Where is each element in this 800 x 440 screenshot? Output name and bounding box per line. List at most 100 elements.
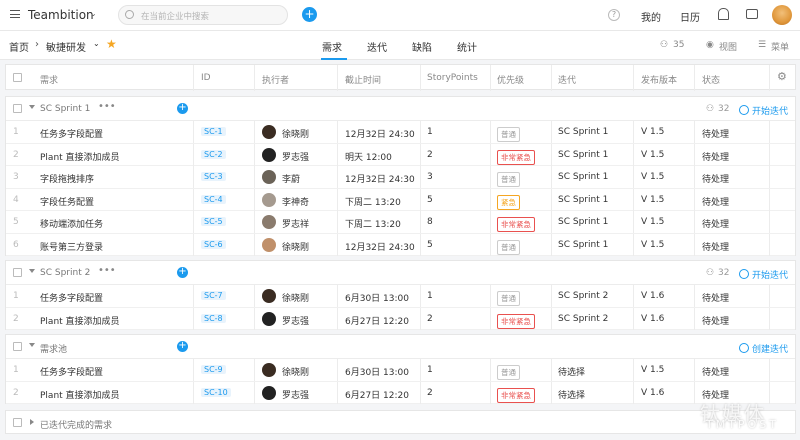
row-id[interactable]: SC-8	[201, 313, 226, 323]
avatar[interactable]	[262, 385, 276, 400]
avatar[interactable]	[262, 237, 276, 252]
avatar[interactable]	[262, 289, 276, 303]
avatar[interactable]	[262, 215, 276, 229]
members-icon[interactable]: ⚇	[660, 40, 668, 50]
col-priority[interactable]: 优先级	[497, 73, 524, 86]
row-id[interactable]: SC-10	[201, 387, 231, 397]
table-row[interactable]: 1 任务多字段配置 SC-7 徐晓刚 6月30日 13:00 1 普通 SC Sprint 2…	[6, 285, 795, 308]
nav-mine[interactable]: 我的	[641, 9, 661, 24]
add-requirement-button[interactable]: +	[177, 103, 188, 114]
table-row[interactable]: 3 字段拖拽排序 SC-3 李蔚 12月32日 24:30 3 普通 SC Sprint 1 V…	[6, 166, 795, 189]
star-icon[interactable]: ★	[106, 37, 117, 51]
chat-icon[interactable]	[746, 9, 758, 19]
table-row[interactable]: 4 字段任务配置 SC-4 李神奇 下周二 13:20 5 紧急 SC Sprint 1 V 1…	[6, 188, 795, 211]
group-action-button[interactable]: 开始迭代	[739, 104, 788, 117]
avatar[interactable]	[262, 125, 276, 139]
table-row[interactable]: 2 Plant 直接添加成员 SC-10 罗志强 6月27日 12:20 2 非常紧急 待选择…	[6, 381, 795, 404]
row-id[interactable]: SC-9	[201, 365, 226, 374]
col-version[interactable]: 发布版本	[641, 73, 677, 86]
row-title[interactable]: 任务多字段配置	[40, 365, 103, 378]
row-title[interactable]: 字段任务配置	[40, 195, 94, 208]
list-icon[interactable]: ☰	[758, 40, 766, 50]
row-title[interactable]: 任务多字段配置	[40, 127, 103, 140]
chevron-right-icon[interactable]	[30, 419, 34, 425]
group-checkbox[interactable]	[13, 104, 22, 113]
bell-icon[interactable]	[718, 8, 729, 20]
group-action-button[interactable]: 创建迭代	[739, 342, 788, 355]
gear-icon[interactable]: ⚙	[777, 70, 787, 83]
row-title[interactable]: 字段拖拽排序	[40, 172, 94, 185]
breadcrumb-project[interactable]: 敏捷研发	[46, 39, 86, 54]
tab-requirements[interactable]: 需求	[322, 39, 342, 54]
more-icon[interactable]: •••	[98, 265, 116, 276]
group-title[interactable]: SC Sprint 1	[40, 104, 90, 114]
menu-icon[interactable]	[10, 10, 20, 18]
row-title[interactable]: 账号第三方登录	[40, 240, 103, 253]
play-icon	[739, 269, 749, 279]
view-button[interactable]: 视图	[719, 40, 737, 53]
chevron-down-icon[interactable]	[29, 343, 35, 347]
col-status[interactable]: 状态	[702, 73, 720, 86]
row-id[interactable]: SC-7	[201, 291, 226, 300]
table-row[interactable]: 6 账号第三方登录 SC-6 徐晓刚 12月32日 24:30 5 普通 SC Sprint …	[6, 233, 795, 256]
table-row[interactable]: 2 Plant 直接添加成员 SC-2 罗志强 明天 12:00 2 非常紧急 SC Spri…	[6, 143, 795, 166]
row-id[interactable]: SC-1	[201, 127, 226, 136]
col-points[interactable]: StoryPoints	[427, 73, 478, 83]
group-title[interactable]: 需求池	[40, 342, 67, 355]
eye-icon[interactable]: ◉	[706, 40, 714, 50]
avatar[interactable]	[262, 170, 276, 184]
tab-statistics[interactable]: 统计	[457, 39, 477, 54]
member-count[interactable]: 35	[673, 40, 684, 50]
avatar[interactable]	[262, 311, 276, 326]
group-title[interactable]: 已迭代完成的需求	[40, 418, 112, 431]
tab-defects[interactable]: 缺陷	[412, 39, 432, 54]
col-due[interactable]: 截止时间	[345, 73, 381, 86]
group-checkbox[interactable]	[13, 418, 22, 427]
row-id[interactable]: SC-3	[201, 172, 226, 181]
row-id[interactable]: SC-4	[201, 194, 226, 204]
search-input[interactable]: 在当前企业中搜索	[118, 5, 288, 25]
row-id[interactable]: SC-6	[201, 239, 226, 249]
group-action-button[interactable]: 开始迭代	[739, 268, 788, 281]
chevron-down-icon[interactable]	[29, 105, 35, 109]
avatar[interactable]	[262, 192, 276, 207]
row-assignee: 徐晓刚	[282, 294, 310, 304]
group-checkbox[interactable]	[13, 268, 22, 277]
avatar[interactable]	[262, 363, 276, 377]
more-icon[interactable]: •••	[98, 101, 116, 112]
row-priority: 非常紧急	[497, 149, 535, 165]
table-row[interactable]: 2 Plant 直接添加成员 SC-8 罗志强 6月27日 12:20 2 非常紧急 SC S…	[6, 307, 795, 330]
row-id[interactable]: SC-2	[201, 149, 226, 159]
avatar[interactable]	[262, 147, 276, 162]
chevron-down-icon[interactable]	[29, 269, 35, 273]
group-title[interactable]: SC Sprint 2	[40, 268, 90, 278]
row-title[interactable]: Plant 直接添加成员	[40, 150, 120, 163]
row-title[interactable]: 移动端添加任务	[40, 217, 103, 230]
nav-calendar[interactable]: 日历	[680, 9, 700, 24]
tab-iterations[interactable]: 迭代	[367, 39, 387, 54]
row-title[interactable]: Plant 直接添加成员	[40, 388, 120, 401]
col-assignee[interactable]: 执行者	[262, 73, 289, 86]
add-requirement-button[interactable]: +	[177, 341, 188, 352]
brand-name[interactable]: Teambition	[28, 8, 94, 22]
chevron-down-icon[interactable]: ⌄	[90, 9, 97, 18]
menu-button[interactable]: 菜单	[771, 40, 789, 53]
breadcrumb-home[interactable]: 首页	[9, 39, 29, 54]
col-id[interactable]: ID	[201, 73, 211, 83]
row-title[interactable]: 任务多字段配置	[40, 291, 103, 304]
table-row[interactable]: 1 任务多字段配置 SC-1 徐晓刚 12月32日 24:30 1 普通 SC Sprint …	[6, 121, 795, 144]
table-row[interactable]: 1 任务多字段配置 SC-9 徐晓刚 6月30日 13:00 1 普通 待选择 V 1.5 待处理	[6, 359, 795, 382]
group-checkbox[interactable]	[13, 342, 22, 351]
select-all-checkbox[interactable]	[13, 73, 22, 82]
col-title[interactable]: 需求	[40, 73, 58, 86]
row-title[interactable]: Plant 直接添加成员	[40, 314, 120, 327]
col-sprint[interactable]: 迭代	[558, 73, 576, 86]
table-row[interactable]: 5 移动端添加任务 SC-5 罗志祥 下周二 13:20 8 非常紧急 SC Sprint 1…	[6, 211, 795, 234]
chevron-down-icon[interactable]: ⌄	[93, 39, 100, 48]
avatar[interactable]	[772, 5, 792, 25]
row-status: 待处理	[702, 152, 730, 163]
help-icon[interactable]: ?	[608, 9, 620, 21]
add-requirement-button[interactable]: +	[177, 267, 188, 278]
row-id[interactable]: SC-5	[201, 217, 226, 226]
add-button[interactable]: +	[302, 7, 317, 22]
